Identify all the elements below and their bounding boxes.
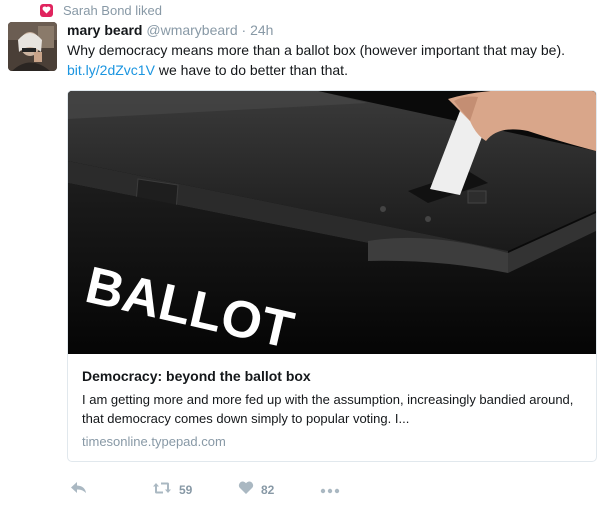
like-count: 82: [261, 483, 275, 497]
avatar[interactable]: [8, 22, 57, 71]
more-button[interactable]: [320, 478, 340, 502]
like-button[interactable]: 82: [238, 478, 274, 502]
timestamp[interactable]: 24h: [250, 22, 273, 38]
tweet-header: mary beard @wmarybeard · 24h: [67, 21, 273, 39]
heart-icon: [40, 3, 53, 17]
tweet-actions: 59 82: [70, 478, 470, 502]
retweet-button[interactable]: 59: [152, 478, 192, 502]
author-name[interactable]: mary beard: [67, 22, 142, 38]
card-image[interactable]: BALLOT: [68, 91, 596, 354]
author-handle[interactable]: @wmarybeard: [146, 22, 237, 38]
tweet-link[interactable]: bit.ly/2dZvc1V: [67, 62, 155, 78]
reply-button[interactable]: [70, 478, 87, 502]
retweet-count: 59: [179, 483, 193, 497]
tweet-text-main: Why democracy means more than a ballot b…: [67, 42, 565, 58]
heart-icon: [238, 481, 254, 500]
more-icon: [320, 481, 340, 499]
card-domain[interactable]: timesonline.typepad.com: [82, 433, 226, 451]
card-body[interactable]: Democracy: beyond the ballot box I am ge…: [68, 354, 596, 461]
card-title[interactable]: Democracy: beyond the ballot box: [82, 367, 311, 385]
separator: ·: [241, 22, 247, 38]
card-description: I am getting more and more fed up with t…: [82, 392, 574, 426]
liked-banner: Sarah Bond liked: [40, 2, 162, 18]
link-card[interactable]: BALLOT Democracy: beyond the ballot box …: [67, 90, 597, 462]
tweet-text: Why democracy means more than a ballot b…: [67, 40, 597, 80]
reply-icon: [70, 481, 87, 500]
liked-by-text[interactable]: Sarah Bond liked: [63, 3, 162, 18]
retweet-icon: [152, 481, 172, 500]
tweet-text-after-link: we have to do better than that.: [154, 62, 348, 78]
